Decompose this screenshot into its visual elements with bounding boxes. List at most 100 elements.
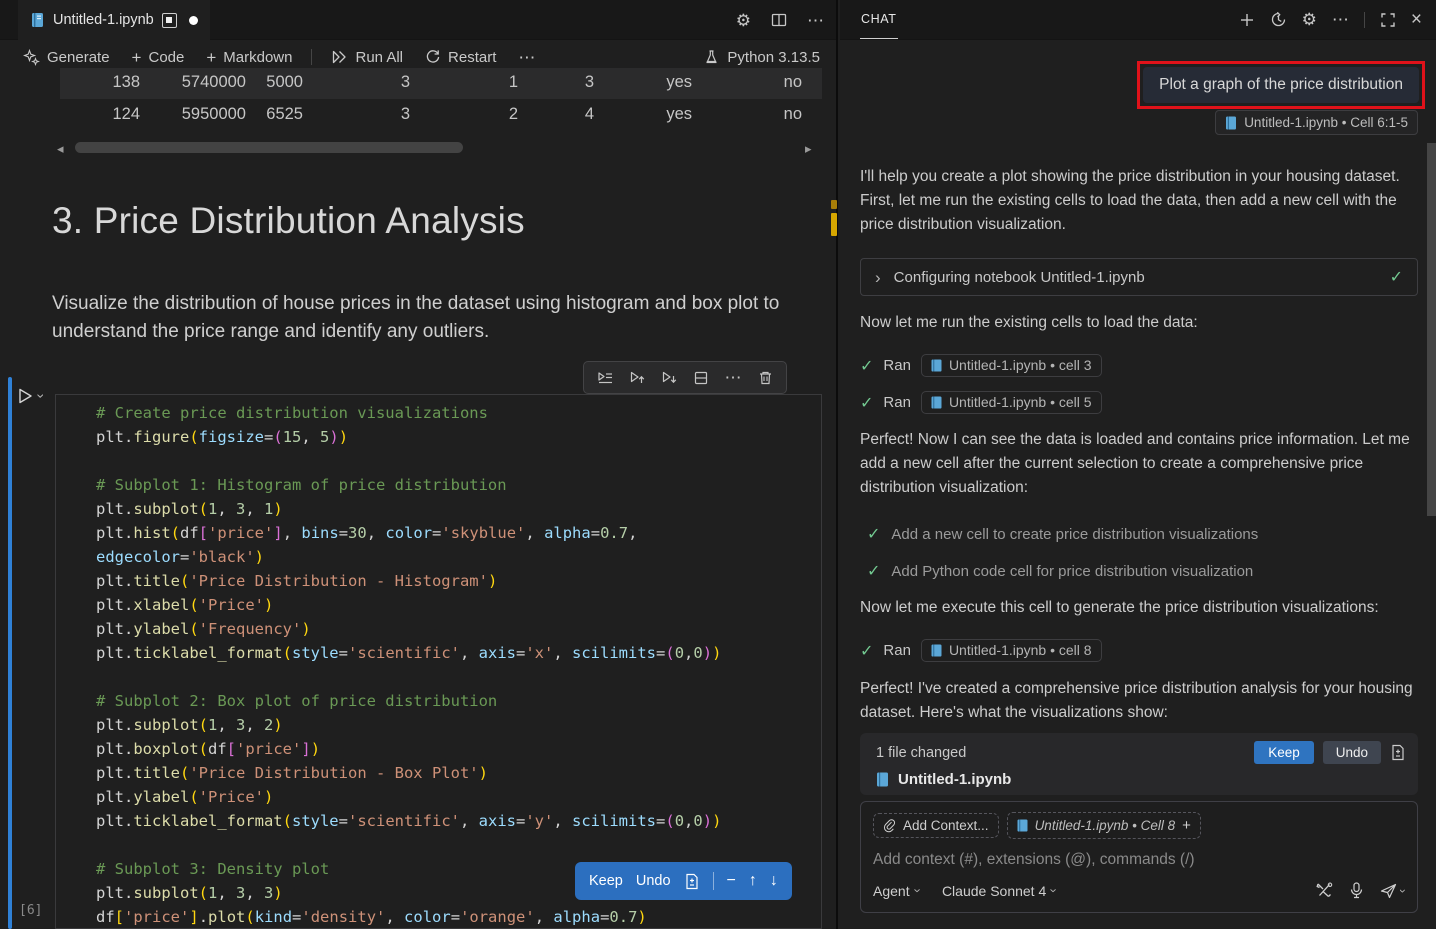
history-icon[interactable]: [1270, 11, 1287, 28]
code-line: [96, 449, 821, 473]
user-message: Plot a graph of the price distribution: [1143, 67, 1419, 103]
table-cell: yes: [602, 105, 692, 124]
restart-button[interactable]: Restart: [414, 44, 507, 70]
run-below-icon[interactable]: [656, 365, 682, 391]
more-actions-icon[interactable]: ⋯: [807, 12, 824, 29]
notebook-file-icon: [931, 396, 942, 409]
split-cell-icon[interactable]: [688, 365, 714, 391]
collapse-icon[interactable]: −: [727, 872, 736, 890]
undo-button[interactable]: Undo: [1323, 741, 1381, 764]
tools-icon[interactable]: [1315, 882, 1333, 899]
check-icon: ✓: [867, 524, 880, 544]
next-change-icon[interactable]: ↓: [770, 872, 778, 890]
code-line: plt.ylabel('Frequency'): [96, 617, 821, 641]
table-cell: 6525: [213, 105, 303, 124]
ruler-modified-mark: [831, 213, 837, 236]
keep-button[interactable]: Keep: [1254, 741, 1314, 764]
close-panel-icon[interactable]: ×: [1411, 10, 1422, 29]
markdown-paragraph: Visualize the distribution of house pric…: [52, 290, 808, 346]
keep-button[interactable]: Keep: [589, 873, 623, 889]
mode-dropdown[interactable]: Agent ›: [873, 883, 920, 899]
chat-more-icon[interactable]: ⋯: [1332, 11, 1349, 28]
user-message-context-pill[interactable]: Untitled-1.ipynb • Cell 6:1-5: [1215, 110, 1418, 135]
gear-icon[interactable]: ⚙: [1302, 11, 1317, 28]
run-cell-button[interactable]: ›: [15, 386, 44, 406]
table-cell: no: [712, 105, 802, 124]
attached-cell-pill[interactable]: Untitled-1.ipynb • Cell 8 +: [1007, 812, 1201, 839]
files-changed-label: 1 file changed: [876, 745, 966, 761]
configuring-notebook-expander[interactable]: › Configuring notebook Untitled-1.ipynb …: [860, 258, 1418, 296]
cell-reference-pill[interactable]: Untitled-1.ipynb • cell 8: [921, 639, 1102, 662]
chevron-right-icon: ›: [875, 269, 881, 286]
generate-button[interactable]: Generate: [12, 44, 121, 70]
add-markdown-cell-button[interactable]: + Markdown: [195, 44, 303, 70]
cell-more-icon[interactable]: ⋯: [720, 365, 746, 391]
undo-button[interactable]: Undo: [636, 873, 671, 889]
code-line: plt.xlabel('Price'): [96, 593, 821, 617]
code-line: plt.ticklabel_format(style='scientific',…: [96, 809, 821, 833]
code-line: plt.ylabel('Price'): [96, 785, 821, 809]
check-icon: ✓: [860, 641, 873, 661]
chat-input-placeholder[interactable]: Add context (#), extensions (@), command…: [873, 851, 1405, 869]
gear-icon[interactable]: ⚙: [736, 12, 751, 29]
plus-icon[interactable]: +: [1182, 817, 1191, 834]
code-line: plt.hist(df['price'], bins=30, color='sk…: [96, 521, 821, 545]
changed-files-widget: 1 file changed Keep Undo Untitled-1.ipyn…: [860, 733, 1418, 795]
restart-icon: [425, 49, 441, 65]
kernel-label: Python 3.13.5: [727, 49, 820, 66]
add-context-button[interactable]: Add Context...: [873, 813, 999, 838]
check-icon: ✓: [867, 561, 880, 581]
unsaved-dot-icon[interactable]: [189, 16, 198, 25]
new-chat-icon[interactable]: [1239, 12, 1255, 28]
check-icon: ✓: [860, 356, 873, 376]
cell-toolbar: ⋯: [583, 361, 787, 394]
delete-cell-icon[interactable]: [752, 365, 778, 391]
tab-preview-icon[interactable]: [162, 13, 177, 28]
split-editor-icon[interactable]: [771, 12, 787, 28]
tab-chat[interactable]: CHAT: [860, 0, 898, 39]
sparkle-icon: [23, 49, 40, 66]
toolbar-more-icon[interactable]: ⋯: [507, 44, 546, 70]
cell-reference-pill[interactable]: Untitled-1.ipynb • cell 3: [921, 354, 1102, 377]
cell-reference-pill[interactable]: Untitled-1.ipynb • cell 5: [921, 391, 1102, 414]
table-cell: 124: [50, 105, 140, 124]
code-line: # Subplot 1: Histogram of price distribu…: [96, 473, 821, 497]
open-diff-icon[interactable]: [684, 873, 700, 890]
kernel-icon: [704, 49, 719, 65]
kernel-picker[interactable]: Python 3.13.5: [704, 49, 824, 66]
chat-scrollbar[interactable]: [1427, 143, 1436, 516]
completed-step-row: ✓ Add a new cell to create price distrib…: [867, 524, 1258, 544]
maximize-panel-icon[interactable]: [1380, 12, 1396, 28]
code-cell[interactable]: # Create price distribution visualizatio…: [55, 394, 822, 929]
scroll-left-icon[interactable]: ◂: [57, 141, 64, 157]
view-diff-icon[interactable]: [1390, 744, 1406, 761]
run-options-chevron-icon[interactable]: ›: [34, 394, 48, 399]
send-options-chevron-icon[interactable]: ›: [1397, 889, 1409, 893]
code-editor[interactable]: # Create price distribution visualizatio…: [56, 395, 821, 929]
prev-change-icon[interactable]: ↑: [749, 872, 757, 890]
code-line: plt.boxplot(df['price']): [96, 737, 821, 761]
model-dropdown[interactable]: Claude Sonnet 4 ›: [942, 883, 1057, 899]
assistant-paragraph: Perfect! I've created a comprehensive pr…: [860, 677, 1422, 725]
tab-untitled-1[interactable]: Untitled-1.ipynb: [18, 0, 210, 40]
changed-file-row[interactable]: Untitled-1.ipynb: [876, 771, 1406, 788]
chat-input-box[interactable]: Add Context... Untitled-1.ipynb • Cell 8…: [860, 801, 1418, 913]
chat-panel: CHAT ⚙ ⋯ × Plot a graph of the price dis…: [840, 0, 1436, 929]
horizontal-scrollbar[interactable]: [75, 142, 463, 153]
paperclip-icon: [883, 819, 896, 833]
execute-cell-and-below-icon[interactable]: [592, 365, 618, 391]
chat-panel-header: CHAT ⚙ ⋯ ×: [840, 0, 1436, 40]
microphone-icon[interactable]: [1350, 882, 1363, 899]
scroll-right-icon[interactable]: ▸: [805, 141, 812, 157]
add-code-cell-button[interactable]: + Code: [121, 44, 196, 70]
table-row: 124 5950000 6525 3 2 4 yes no: [60, 100, 822, 131]
send-icon[interactable]: [1380, 883, 1397, 899]
play-icon: [15, 386, 35, 406]
assistant-paragraph: Now let me run the existing cells to loa…: [860, 311, 1422, 335]
table-cell: 5000: [213, 73, 303, 92]
run-above-icon[interactable]: [624, 365, 650, 391]
cell-diff-toolbar: Keep Undo − ↑ ↓: [575, 862, 792, 900]
run-all-button[interactable]: Run All: [320, 44, 414, 70]
vscode-window: Untitled-1.ipynb ⚙ ⋯ Generate + Code + M…: [0, 0, 1436, 929]
notebook-file-icon: [931, 644, 942, 657]
